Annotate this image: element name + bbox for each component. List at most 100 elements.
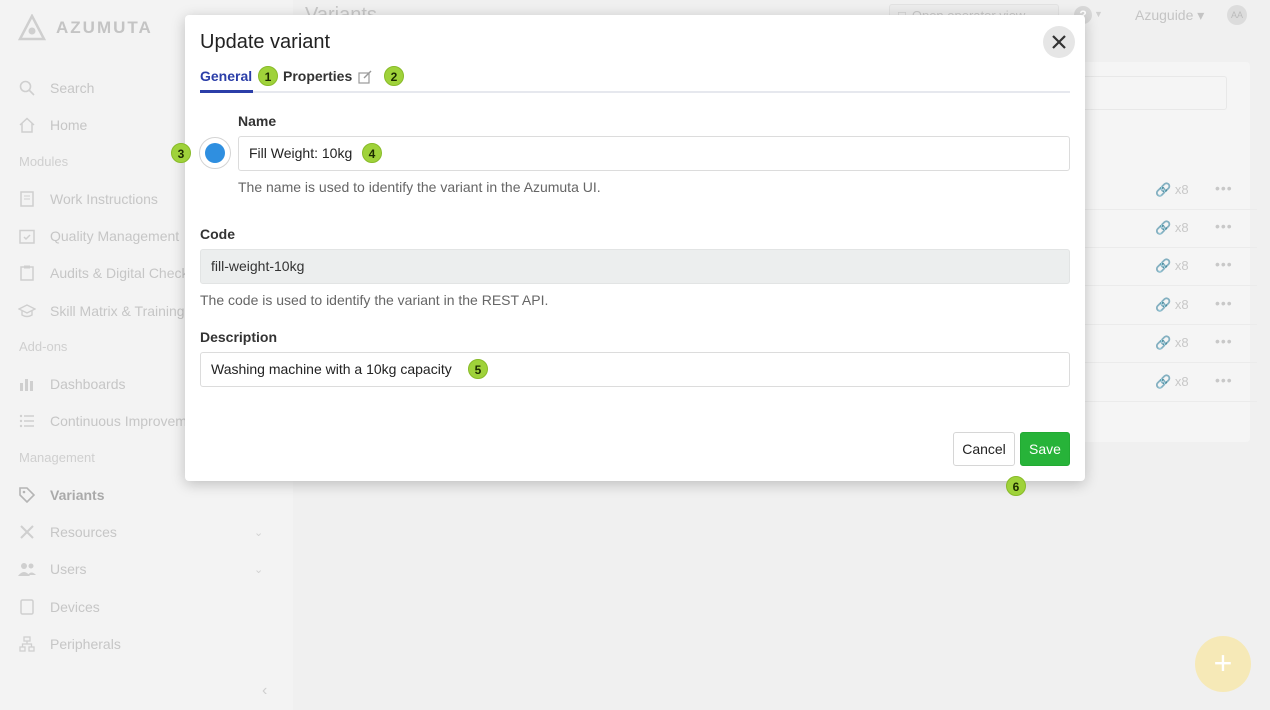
- update-variant-modal: Update variant General Properties 1 2 Na…: [171, 15, 1085, 496]
- document-icon: [18, 190, 36, 208]
- sidebar-item-label: Skill Matrix & Training: [50, 303, 185, 319]
- link-icon: 🔗 x8: [1155, 374, 1189, 389]
- users-icon: [18, 560, 36, 578]
- sidebar-item-devices[interactable]: Devices: [18, 598, 100, 616]
- home-icon: [18, 116, 36, 134]
- more-icon[interactable]: •••: [1215, 218, 1233, 234]
- color-swatch: [205, 143, 225, 163]
- description-field[interactable]: Washing machine with a 10kg capacity: [200, 352, 1070, 387]
- sidebar-item-label: Devices: [50, 599, 100, 615]
- chevron-down-icon[interactable]: ⌄: [254, 526, 263, 539]
- clipboard-icon: [18, 264, 36, 282]
- color-picker-button[interactable]: [199, 137, 231, 169]
- modal-tabs: General Properties: [200, 67, 1070, 93]
- sidebar-item-label: Resources: [50, 524, 117, 540]
- sidebar-item-variants[interactable]: Variants: [18, 486, 104, 504]
- link-count: x8: [1174, 258, 1189, 273]
- tab-properties-label: Properties: [283, 68, 353, 84]
- link-icon: 🔗 x8: [1155, 182, 1189, 197]
- sidebar-item-continuous-improvement[interactable]: Continuous Improvement: [18, 412, 206, 430]
- code-field: fill-weight-10kg: [200, 249, 1070, 284]
- close-icon: [1052, 35, 1066, 49]
- link-count: x8: [1174, 182, 1189, 197]
- link-icon: 🔗 x8: [1155, 297, 1189, 312]
- checklist-icon: [18, 412, 36, 430]
- azumuta-logo-icon: [18, 14, 46, 41]
- sidebar-item-label: Home: [50, 117, 88, 133]
- edit-icon: [358, 70, 372, 84]
- modal-title: Update variant: [200, 31, 331, 53]
- code-help-text: The code is used to identify the variant…: [200, 292, 549, 308]
- sidebar-item-peripherals[interactable]: Peripherals: [18, 635, 121, 653]
- annotation-badge-4: 4: [362, 143, 382, 163]
- sidebar-item-quality-management[interactable]: Quality Management: [18, 227, 179, 245]
- chevron-down-icon[interactable]: ⌄: [254, 563, 263, 576]
- org-dropdown[interactable]: Azuguide ▾: [1135, 7, 1204, 24]
- more-icon[interactable]: •••: [1215, 372, 1233, 388]
- link-icon: 🔗 x8: [1155, 258, 1189, 273]
- code-field-value: fill-weight-10kg: [211, 258, 305, 274]
- annotation-badge-5: 5: [468, 359, 488, 379]
- more-icon[interactable]: •••: [1215, 180, 1233, 196]
- description-field-value: Washing machine with a 10kg capacity: [211, 361, 452, 377]
- add-fab-button[interactable]: +: [1195, 636, 1251, 692]
- save-button[interactable]: Save: [1020, 432, 1070, 466]
- more-icon[interactable]: •••: [1215, 295, 1233, 311]
- link-icon: 🔗 x8: [1155, 335, 1189, 350]
- annotation-badge-1: 1: [258, 66, 278, 86]
- cancel-button[interactable]: Cancel: [953, 432, 1015, 466]
- close-button[interactable]: [1043, 26, 1075, 58]
- sidebar-item-label: Quality Management: [50, 228, 180, 244]
- avatar[interactable]: AA: [1227, 5, 1247, 25]
- name-field-value: Fill Weight: 10kg: [249, 145, 353, 161]
- sidebar-item-users[interactable]: Users: [18, 560, 87, 578]
- sidebar-item-label: Users: [50, 561, 87, 577]
- sitemap-icon: [18, 635, 36, 653]
- more-icon[interactable]: •••: [1215, 256, 1233, 272]
- sidebar-item-label: Peripherals: [50, 636, 121, 652]
- code-label: Code: [200, 226, 235, 242]
- sidebar-item-home[interactable]: Home: [18, 116, 87, 134]
- caret-down-icon[interactable]: ▼: [1094, 9, 1103, 19]
- logo[interactable]: AZUMUTA: [18, 14, 153, 42]
- collapse-sidebar-icon[interactable]: ‹: [262, 682, 267, 700]
- sidebar-item-skill-matrix[interactable]: Skill Matrix & Training: [18, 302, 185, 320]
- link-count: x8: [1174, 374, 1189, 389]
- tablet-icon: [18, 598, 36, 616]
- sidebar-section-management: Management: [19, 450, 95, 465]
- tags-icon: [18, 486, 36, 504]
- name-label: Name: [238, 113, 277, 129]
- annotation-badge-6: 6: [1006, 476, 1026, 496]
- sidebar-item-label: Continuous Improvement: [50, 413, 207, 429]
- graduation-cap-icon: [18, 302, 36, 320]
- link-icon: 🔗 x8: [1155, 220, 1189, 235]
- sidebar-item-work-instructions[interactable]: Work Instructions: [18, 190, 158, 208]
- bar-chart-icon: [18, 375, 36, 393]
- sidebar-item-label: Work Instructions: [50, 191, 158, 207]
- link-count: x8: [1174, 297, 1189, 312]
- link-count: x8: [1174, 220, 1189, 235]
- sidebar-item-dashboards[interactable]: Dashboards: [18, 375, 126, 393]
- more-icon[interactable]: •••: [1215, 333, 1233, 349]
- sidebar-section-modules: Modules: [19, 154, 69, 169]
- tab-properties[interactable]: Properties: [283, 67, 372, 93]
- name-help-text: The name is used to identify the variant…: [238, 179, 601, 195]
- tools-icon: [18, 523, 36, 541]
- search-input[interactable]: [1073, 76, 1227, 110]
- sidebar-item-label: Variants: [50, 487, 105, 503]
- link-count: x8: [1174, 335, 1189, 350]
- sidebar-section-addons: Add-ons: [19, 339, 68, 354]
- annotation-badge-2: 2: [384, 66, 404, 86]
- search-icon: [18, 79, 36, 97]
- logo-text: AZUMUTA: [56, 18, 153, 37]
- sidebar-item-label: Search: [50, 80, 95, 96]
- calendar-check-icon: [18, 227, 36, 245]
- description-label: Description: [200, 329, 278, 345]
- annotation-badge-3: 3: [171, 143, 191, 163]
- sidebar-item-search[interactable]: Search: [18, 79, 94, 97]
- org-name: Azuguide: [1135, 7, 1194, 23]
- sidebar-item-resources[interactable]: Resources: [18, 523, 117, 541]
- tab-general[interactable]: General: [200, 67, 253, 93]
- sidebar-item-audits[interactable]: Audits & Digital Checklists: [18, 264, 213, 282]
- sidebar-item-label: Dashboards: [50, 376, 126, 392]
